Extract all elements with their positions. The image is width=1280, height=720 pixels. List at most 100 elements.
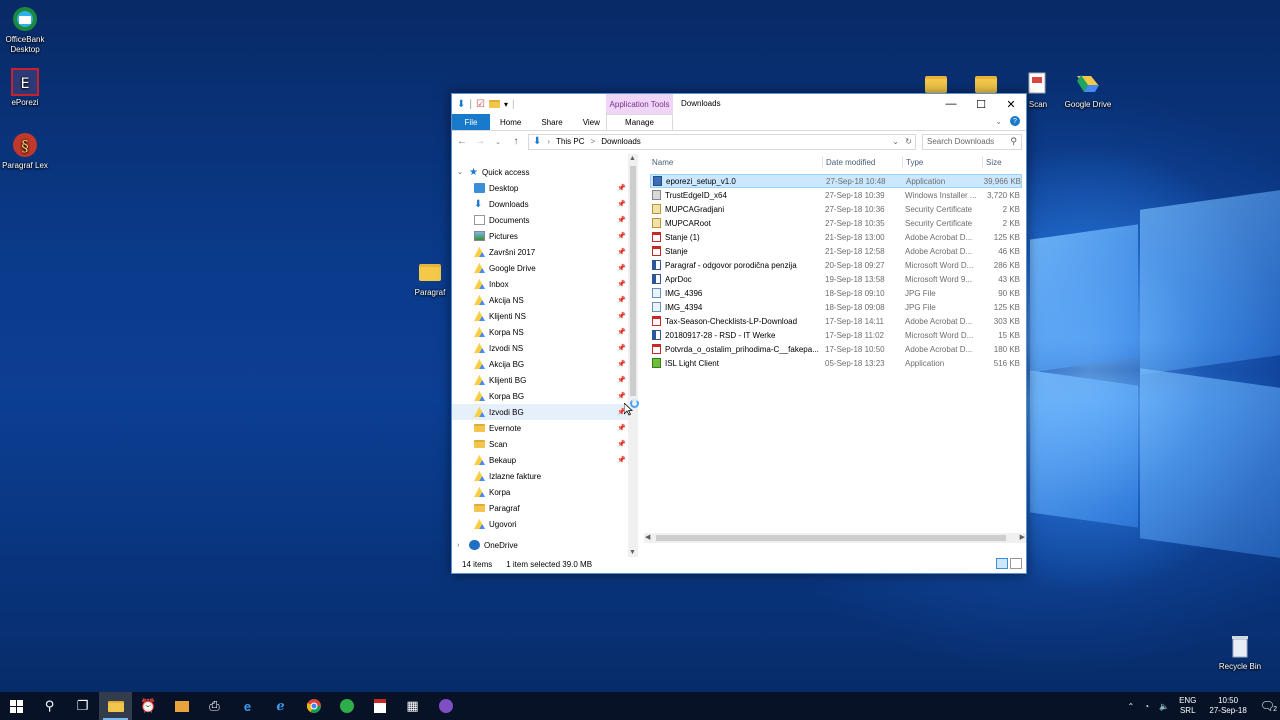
pin-icon[interactable]: 📌 <box>617 360 626 368</box>
address-dropdown-icon[interactable]: ⌄ <box>892 137 899 146</box>
chrome-icon[interactable] <box>297 692 330 720</box>
column-divider[interactable] <box>902 156 903 168</box>
tab-file[interactable]: File <box>452 114 490 130</box>
file-explorer-taskbar-icon[interactable] <box>99 692 132 720</box>
pin-icon[interactable]: 📌 <box>617 264 626 272</box>
pin-icon[interactable]: 📌 <box>617 200 626 208</box>
column-header-size[interactable]: Size <box>986 154 1002 170</box>
nav-item[interactable]: Korpa <box>452 484 628 500</box>
desktop-icon-officebank[interactable]: OfficeBank Desktop <box>0 5 55 55</box>
refresh-app-icon[interactable] <box>330 692 363 720</box>
search-input[interactable]: Search Downloads ⚲ <box>922 133 1022 150</box>
nav-item[interactable]: Inbox 📌 <box>452 276 628 292</box>
internet-explorer-icon[interactable]: ℯ <box>264 692 297 720</box>
pin-icon[interactable]: 📌 <box>617 328 626 336</box>
file-row[interactable]: Stanje (1) 21-Sep-18 13:00 Adobe Acrobat D… <box>650 230 1022 244</box>
nav-item[interactable]: Korpa NS 📌 <box>452 324 628 340</box>
nav-item[interactable]: Google Drive 📌 <box>452 260 628 276</box>
scroll-left-icon[interactable]: ◀ <box>645 533 650 541</box>
nav-item[interactable]: Završni 2017 📌 <box>452 244 628 260</box>
scroll-right-icon[interactable]: ▶ <box>1020 533 1025 541</box>
back-arrow-icon[interactable]: ← <box>456 136 468 147</box>
nav-item[interactable]: Paragraf <box>452 500 628 516</box>
nav-item[interactable]: Akcija BG 📌 <box>452 356 628 372</box>
nav-item[interactable]: Korpa BG 📌 <box>452 388 628 404</box>
close-button[interactable]: ✕ <box>996 94 1026 114</box>
chevron-right-icon[interactable]: › <box>457 542 469 549</box>
file-row[interactable]: AprDoc 19-Sep-18 13:58 Microsoft Word 9...… <box>650 272 1022 286</box>
file-row[interactable]: TrustEdgeID_x64 27-Sep-18 10:39 Windows In… <box>650 188 1022 202</box>
nav-item[interactable]: Izvodi BG 📌 <box>452 404 628 420</box>
breadcrumb-this-pc[interactable]: This PC <box>556 137 584 146</box>
tab-view[interactable]: View <box>573 114 610 130</box>
title-bar[interactable]: ⬇ | ☑ ▾ | Application Tools Downloads — … <box>452 94 1026 114</box>
file-list-pane[interactable]: Name Date modified Type Size eporezi_set… <box>644 154 1026 557</box>
viber-icon[interactable] <box>429 692 462 720</box>
pin-icon[interactable]: 📌 <box>617 424 626 432</box>
media-player-icon[interactable] <box>165 692 198 720</box>
input-language[interactable]: ENG SRL <box>1174 696 1201 716</box>
scrollbar-thumb[interactable] <box>656 535 1006 541</box>
nav-item[interactable]: Ugovori <box>452 516 628 532</box>
clock[interactable]: 10:50 27-Sep-18 <box>1201 696 1254 716</box>
calculator-icon[interactable]: ▦ <box>396 692 429 720</box>
breadcrumb-chevron-icon[interactable]: › <box>547 137 550 146</box>
desktop-icon-google-drive[interactable]: Google Drive <box>1058 70 1118 110</box>
minimize-button[interactable]: — <box>936 94 966 114</box>
up-arrow-icon[interactable]: ↑ <box>510 136 522 147</box>
pin-icon[interactable]: 📌 <box>617 456 626 464</box>
file-row[interactable]: Stanje 21-Sep-18 12:58 Adobe Acrobat D... 4… <box>650 244 1022 258</box>
volume-icon[interactable]: 🔈 <box>1154 702 1174 711</box>
column-header-date[interactable]: Date modified <box>826 154 875 170</box>
nav-quick-access[interactable]: ⌄ ★ Quick access <box>452 164 628 180</box>
file-row[interactable]: ISL Light Client 05-Sep-18 13:23 Applicati… <box>650 356 1022 370</box>
chevron-up-icon[interactable]: ⌃ <box>1123 702 1140 711</box>
action-center-icon[interactable]: 🗨 2 <box>1255 699 1280 713</box>
nav-item[interactable]: Scan 📌 <box>452 436 628 452</box>
pin-icon[interactable]: 📌 <box>617 376 626 384</box>
pin-icon[interactable]: 📌 <box>617 392 626 400</box>
expand-ribbon-icon[interactable]: ⌄ <box>995 117 1002 126</box>
printer-icon[interactable]: ⎙ <box>198 692 231 720</box>
pin-icon[interactable]: 📌 <box>617 232 626 240</box>
nav-item[interactable]: Pictures 📌 <box>452 228 628 244</box>
file-explorer-window[interactable]: ⬇ | ☑ ▾ | Application Tools Downloads — … <box>451 93 1027 574</box>
file-row[interactable]: eporezi_setup_v1.0 27-Sep-18 10:48 Applica… <box>650 174 1022 188</box>
desktop-icon-paragraf-lex[interactable]: § Paragraf Lex <box>0 131 55 171</box>
nav-item[interactable]: Klijenti NS 📌 <box>452 308 628 324</box>
nav-scrollbar[interactable]: ▲ ▼ <box>628 154 638 557</box>
help-icon[interactable]: ? <box>1010 116 1020 126</box>
tab-share[interactable]: Share <box>531 114 572 130</box>
pin-icon[interactable]: 📌 <box>617 184 626 192</box>
column-header-name[interactable]: Name <box>652 154 673 170</box>
recent-locations-icon[interactable]: ⌄ <box>492 138 504 146</box>
file-row[interactable]: IMG_4396 18-Sep-18 09:10 JPG File 90 KB <box>650 286 1022 300</box>
edge-browser-icon[interactable]: e <box>231 692 264 720</box>
nav-item[interactable]: Documents 📌 <box>452 212 628 228</box>
nav-item[interactable]: Klijenti BG 📌 <box>452 372 628 388</box>
nav-item[interactable]: Bekaup 📌 <box>452 452 628 468</box>
scroll-up-icon[interactable]: ▲ <box>629 155 636 162</box>
maximize-button[interactable]: ☐ <box>966 94 996 114</box>
file-row[interactable]: Paragraf - odgovor porodična penzija 20-S… <box>650 258 1022 272</box>
nav-item[interactable]: Izvodi NS 📌 <box>452 340 628 356</box>
desktop-icon-eporezi[interactable]: E ePorezi <box>0 68 55 108</box>
file-row[interactable]: MUPCAGradjani 27-Sep-18 10:36 Security Cer… <box>650 202 1022 216</box>
file-row[interactable]: Tax-Season-Checklists-LP-Download 17-Sep-… <box>650 314 1022 328</box>
column-divider[interactable] <box>982 156 983 168</box>
pin-icon[interactable]: 📌 <box>617 312 626 320</box>
chevron-down-icon[interactable]: ⌄ <box>457 168 469 176</box>
nav-onedrive[interactable]: › OneDrive <box>452 537 628 553</box>
file-row[interactable]: Potvrda_o_ostalim_prihodima-C__fakepa...… <box>650 342 1022 356</box>
forward-arrow-icon[interactable]: → <box>474 136 486 147</box>
column-header-type[interactable]: Type <box>906 154 923 170</box>
nav-item[interactable]: Evernote 📌 <box>452 420 628 436</box>
pdf-app-icon[interactable] <box>363 692 396 720</box>
file-row[interactable]: MUPCARoot 27-Sep-18 10:35 Security Certifi… <box>650 216 1022 230</box>
tab-home[interactable]: Home <box>490 114 531 130</box>
pin-icon[interactable]: 📌 <box>617 344 626 352</box>
pin-icon[interactable]: 📌 <box>617 280 626 288</box>
task-view-icon[interactable]: ❐ <box>66 692 99 720</box>
nav-item[interactable]: ⬇ Downloads 📌 <box>452 196 628 212</box>
file-row[interactable]: 20180917-28 - RSD - IT Werke 17-Sep-18 11… <box>650 328 1022 342</box>
